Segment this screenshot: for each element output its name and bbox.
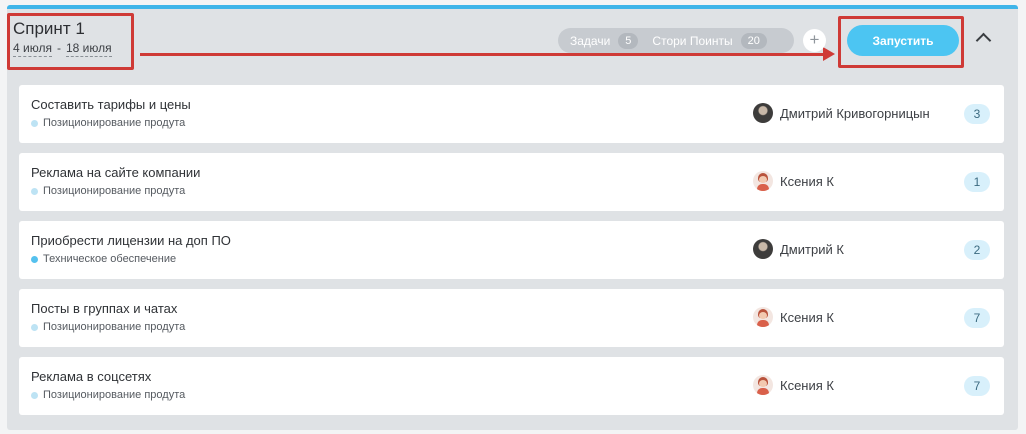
- epic-color-dot: [31, 323, 38, 331]
- task-name[interactable]: Реклама на сайте компании: [31, 165, 200, 180]
- annotation-box-sprint: [7, 13, 134, 70]
- story-points-badge[interactable]: 1: [964, 172, 990, 192]
- start-sprint-button[interactable]: Запустить: [847, 25, 959, 56]
- task-name[interactable]: Составить тарифы и цены: [31, 97, 191, 112]
- story-points-badge[interactable]: 7: [964, 376, 990, 396]
- task-assignee[interactable]: Дмитрий Кривогорницын: [753, 103, 930, 123]
- avatar: [753, 103, 773, 123]
- task-epic: Позиционирование продута: [31, 321, 185, 333]
- task-epic-label: Позиционирование продута: [43, 389, 186, 401]
- story-points-badge[interactable]: 3: [964, 104, 990, 124]
- annotation-arrow-line: [140, 53, 825, 56]
- avatar: [753, 239, 773, 259]
- story-points-badge[interactable]: 7: [964, 308, 990, 328]
- add-task-button[interactable]: +: [803, 29, 826, 52]
- assignee-name: Ксения К: [780, 377, 834, 393]
- task-name[interactable]: Посты в группах и чатах: [31, 301, 177, 316]
- task-name[interactable]: Приобрести лицензии на доп ПО: [31, 233, 231, 248]
- story-points-label: Стори Поинты: [652, 33, 733, 48]
- task-epic: Техническое обеспечение: [31, 253, 176, 265]
- task-assignee[interactable]: Ксения К: [753, 171, 834, 191]
- epic-color-dot: [31, 255, 38, 263]
- sprint-stats: Задачи 5 Стори Поинты 20: [558, 28, 794, 53]
- task-assignee[interactable]: Ксения К: [753, 375, 834, 395]
- task-epic-label: Позиционирование продута: [43, 185, 186, 197]
- epic-color-dot: [31, 391, 38, 399]
- avatar: [753, 171, 773, 191]
- story-points-badge[interactable]: 2: [964, 240, 990, 260]
- task-row[interactable]: Реклама на сайте компании Позиционировани…: [19, 153, 1004, 211]
- epic-color-dot: [31, 187, 38, 195]
- task-list: Составить тарифы и цены Позиционирование …: [19, 85, 1004, 425]
- story-points-count: 20: [740, 32, 767, 49]
- task-row[interactable]: Посты в группах и чатах Позиционирование …: [19, 289, 1004, 347]
- task-epic: Позиционирование продута: [31, 117, 185, 129]
- task-epic-label: Позиционирование продута: [43, 321, 186, 333]
- task-epic: Позиционирование продута: [31, 389, 185, 401]
- tasks-label: Задачи: [570, 33, 611, 48]
- task-row[interactable]: Реклама в соцсетях Позиционирование проду…: [19, 357, 1004, 415]
- assignee-name: Дмитрий К: [780, 241, 844, 257]
- tasks-count: 5: [618, 32, 639, 49]
- task-assignee[interactable]: Ксения К: [753, 307, 834, 327]
- task-epic-label: Позиционирование продута: [43, 117, 186, 129]
- assignee-name: Дмитрий Кривогорницын: [780, 105, 930, 121]
- avatar: [753, 375, 773, 395]
- task-row[interactable]: Приобрести лицензии на доп ПО Техническое…: [19, 221, 1004, 279]
- avatar: [753, 307, 773, 327]
- annotation-arrow-head: [823, 47, 835, 61]
- assignee-name: Ксения К: [780, 309, 834, 325]
- task-assignee[interactable]: Дмитрий К: [753, 239, 844, 259]
- task-name[interactable]: Реклама в соцсетях: [31, 369, 151, 384]
- task-epic-label: Техническое обеспечение: [43, 253, 177, 265]
- task-row[interactable]: Составить тарифы и цены Позиционирование …: [19, 85, 1004, 143]
- assignee-name: Ксения К: [780, 173, 834, 189]
- epic-color-dot: [31, 119, 38, 127]
- task-epic: Позиционирование продута: [31, 185, 185, 197]
